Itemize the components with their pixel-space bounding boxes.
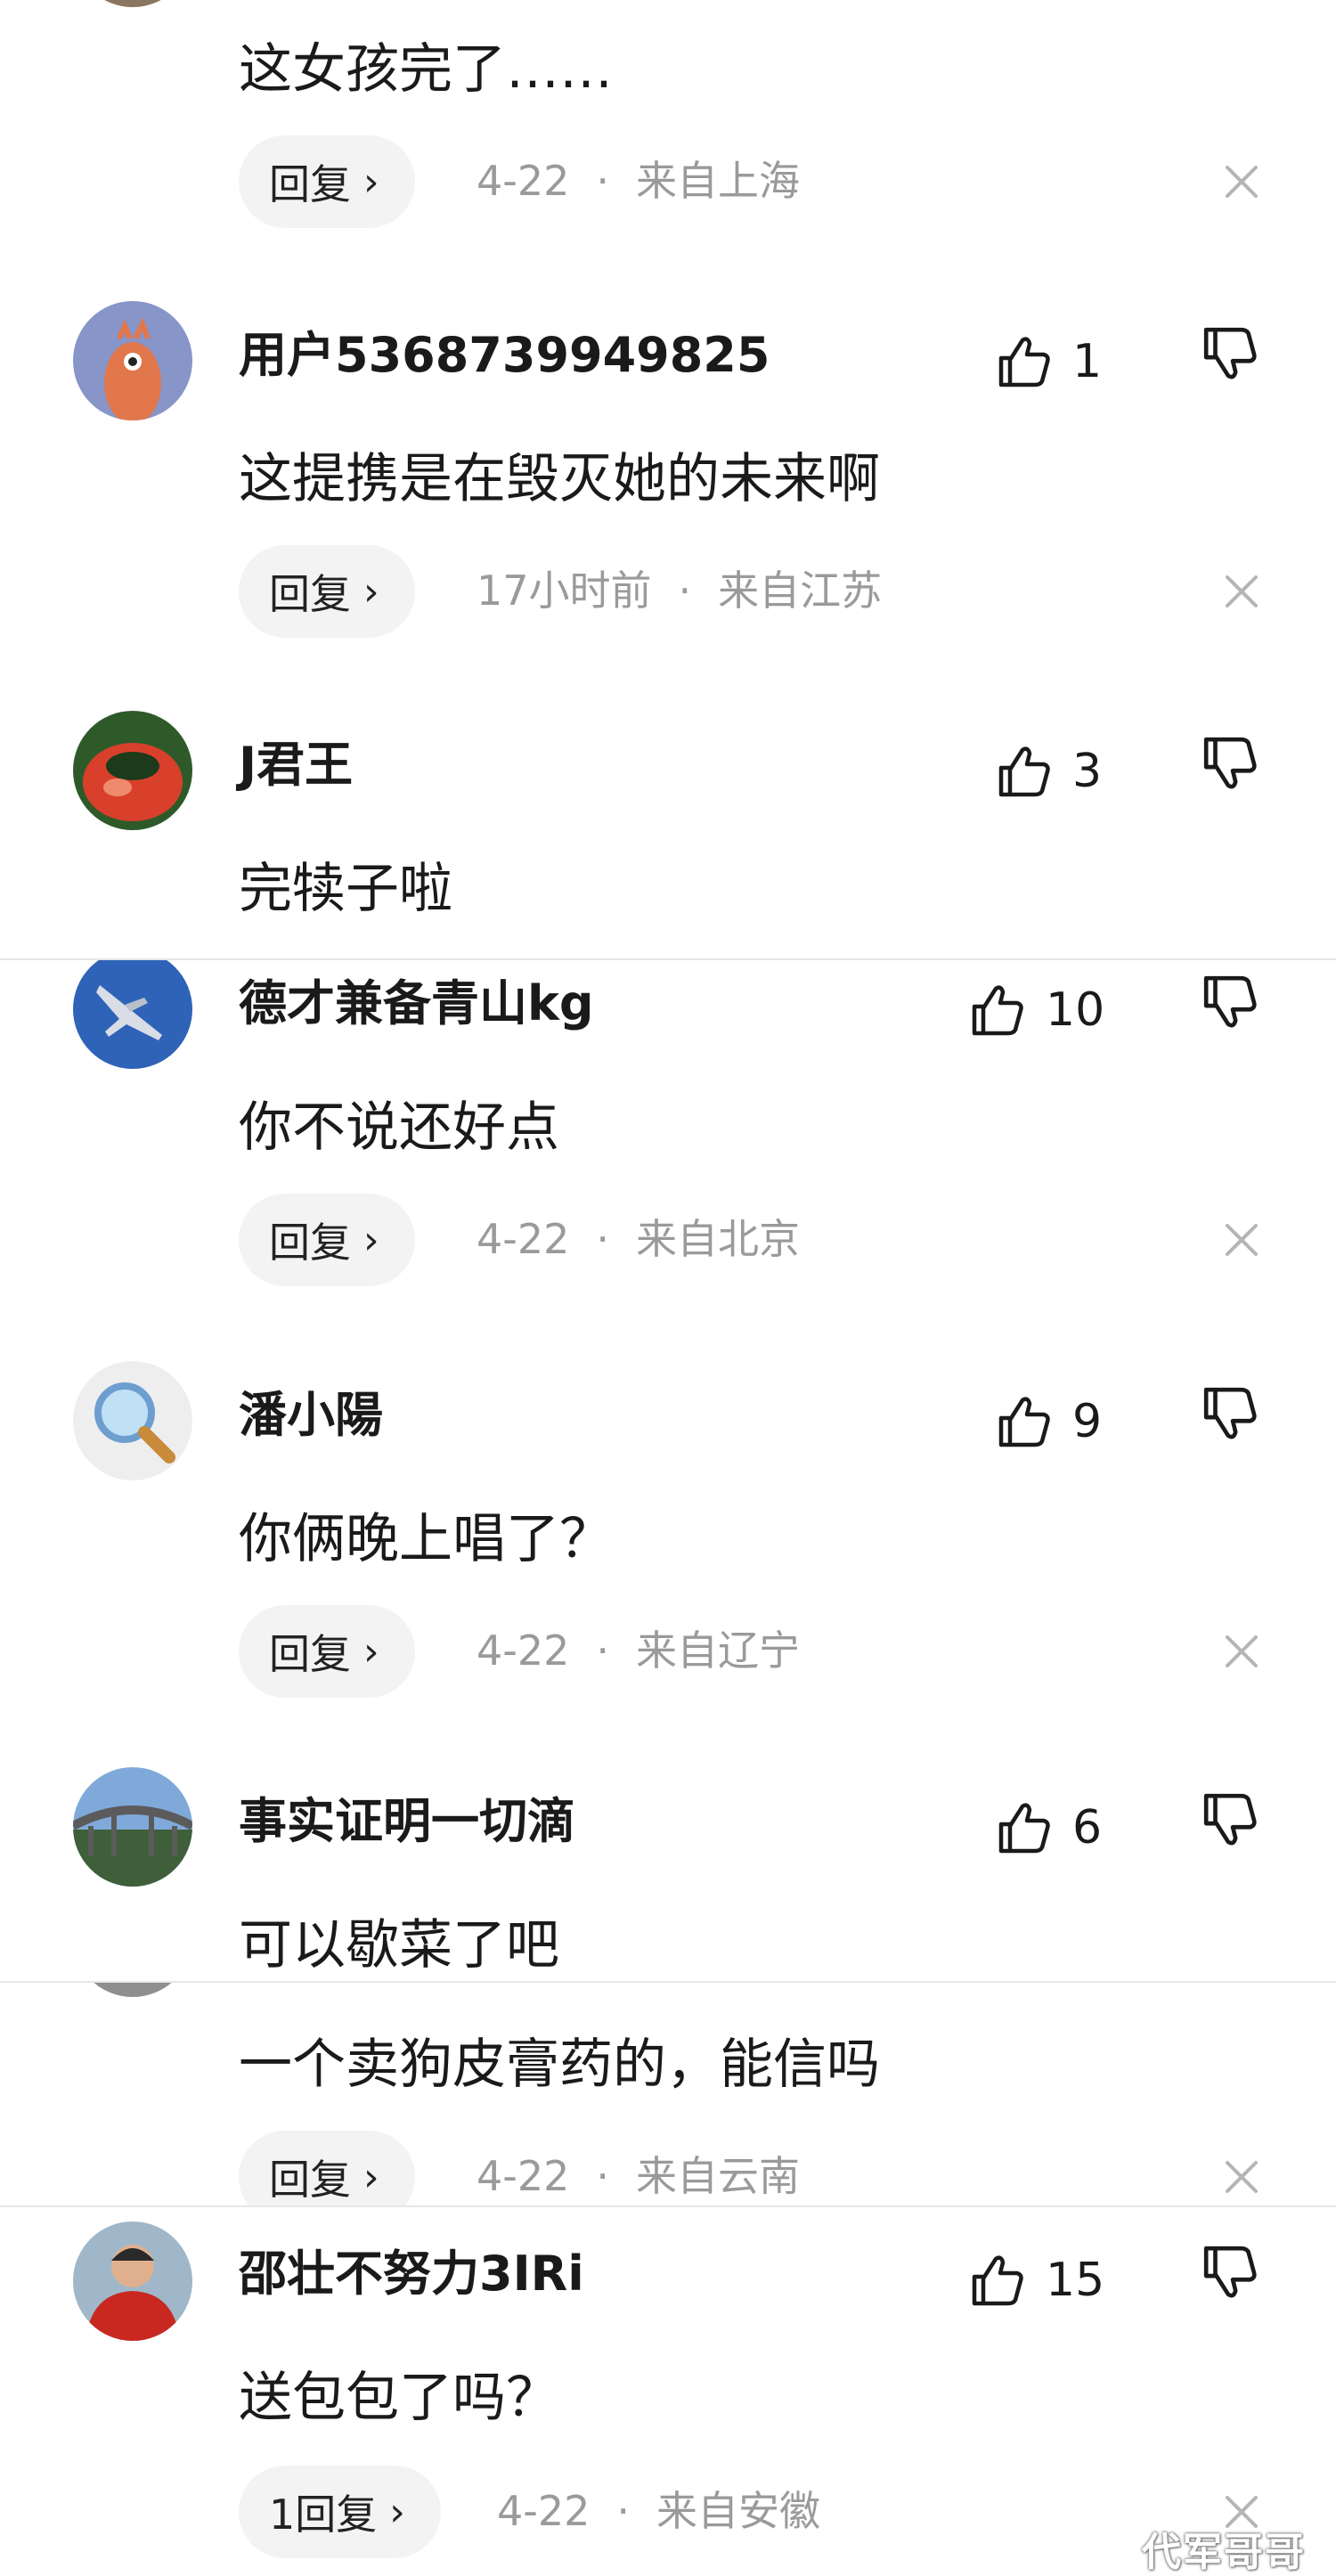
comment-segment-8: 邵壮不努力3IRi 15 送包包了吗？ 1回复 › 4-22 · 来自安徽 — [0, 2207, 1336, 2576]
thumbs-down-icon[interactable] — [1201, 324, 1259, 383]
comment-date: 4-22 — [477, 157, 570, 205]
comment-date: 4-22 — [497, 2487, 591, 2535]
comment-location: 来自江苏 — [718, 567, 883, 615]
comment-text: 你不说还好点 — [239, 1096, 559, 1159]
username[interactable]: J君王 — [239, 741, 353, 789]
comment-date: 4-22 — [477, 1626, 570, 1675]
username[interactable]: 事实证明一切滴 — [239, 1797, 575, 1846]
thumbs-down-icon[interactable] — [1201, 1790, 1259, 1849]
username[interactable]: 用户5368739949825 — [239, 331, 770, 379]
comment-meta: 4-22 · 来自上海 — [477, 157, 801, 205]
reply-label: 回复 — [269, 160, 351, 208]
comment-meta: 4-22 · 来自北京 — [477, 1215, 801, 1263]
comment-segment-5: 潘小陽 9 你俩晚上唱了？ 回复 › 4-22 · 来自辽宁 — [0, 1354, 1336, 1764]
comment-text: 可以歇菜了吧 — [239, 1914, 559, 1977]
watermark: 代军哥哥 — [1142, 2530, 1306, 2575]
thumbs-up-icon — [998, 1397, 1050, 1447]
reply-button[interactable]: 回复 › — [239, 2131, 415, 2205]
like-button[interactable]: 9 — [996, 1386, 1102, 1457]
chevron-right-icon: › — [363, 1628, 379, 1675]
reply-label: 回复 — [269, 570, 351, 618]
like-button[interactable]: 6 — [996, 1792, 1102, 1863]
chevron-right-icon: › — [363, 568, 379, 615]
chevron-right-icon: › — [363, 159, 379, 205]
comment-meta: 4-22 · 来自云南 — [477, 2152, 801, 2200]
comment-meta: 4-22 · 来自辽宁 — [477, 1626, 801, 1675]
avatar[interactable] — [73, 960, 192, 1069]
comment-location: 来自上海 — [636, 157, 801, 205]
avatar[interactable] — [73, 1767, 192, 1887]
thumbs-up-icon — [972, 2255, 1023, 2306]
like-count: 10 — [1046, 983, 1105, 1037]
close-icon[interactable] — [1220, 2156, 1263, 2198]
reply-label: 回复 — [269, 1219, 351, 1267]
comment-segment-7: 一个卖狗皮膏药的，能信吗 回复 › 4-22 · 来自云南 — [0, 1983, 1336, 2205]
comment-location: 来自北京 — [636, 1215, 801, 1263]
close-icon[interactable] — [1220, 1219, 1263, 1261]
comment-text: 这女孩完了…… — [239, 38, 613, 101]
close-icon[interactable] — [1220, 570, 1263, 613]
thumbs-down-icon[interactable] — [1201, 734, 1259, 793]
thumbs-down-icon[interactable] — [1201, 1384, 1259, 1443]
chevron-right-icon: › — [389, 2489, 405, 2535]
reply-label: 回复 — [269, 1630, 351, 1678]
close-icon[interactable] — [1220, 160, 1263, 203]
avatar[interactable] — [73, 711, 192, 830]
close-icon[interactable] — [1220, 1630, 1263, 1673]
comment-text: 送包包了吗？ — [239, 2367, 559, 2429]
comment-text: 一个卖狗皮膏药的，能信吗 — [239, 2034, 880, 2096]
like-count: 1 — [1072, 335, 1103, 388]
comment-location: 来自云南 — [636, 2152, 801, 2200]
reply-label: 1回复 — [269, 2490, 378, 2539]
comment-segment-2: 用户5368739949825 1 这提携是在毁灭她的未来啊 回复 › 17小时前… — [0, 258, 1336, 668]
comment-segment-3: J君王 3 完犊子啦 — [0, 668, 1336, 958]
thumbs-down-icon[interactable] — [1201, 2243, 1259, 2302]
comment-segment-4: 德才兼备青山kg 10 你不说还好点 回复 › 4-22 · 来自北京 — [0, 960, 1336, 1354]
like-button[interactable]: 1 — [996, 326, 1102, 397]
avatar[interactable] — [73, 2221, 192, 2341]
username[interactable]: 德才兼备青山kg — [239, 980, 594, 1028]
comment-date: 4-22 — [477, 1215, 570, 1263]
like-button[interactable]: 10 — [969, 974, 1104, 1046]
comment-meta: 4-22 · 来自安徽 — [497, 2487, 821, 2535]
like-count: 3 — [1072, 745, 1103, 798]
avatar[interactable] — [73, 0, 192, 7]
thumbs-up-icon — [998, 337, 1050, 387]
reply-button[interactable]: 回复 › — [239, 1605, 415, 1698]
avatar[interactable] — [73, 1361, 192, 1480]
comment-segment-1: 这女孩完了…… 回复 › 4-22 · 来自上海 — [0, 0, 1336, 258]
like-count: 9 — [1072, 1395, 1103, 1448]
like-button[interactable]: 3 — [996, 736, 1102, 807]
like-count: 6 — [1072, 1801, 1103, 1855]
avatar[interactable] — [73, 1983, 192, 1997]
like-count: 15 — [1046, 2254, 1105, 2307]
username[interactable]: 邵壮不努力3IRi — [239, 2250, 584, 2298]
thumbs-up-icon — [998, 746, 1050, 797]
comment-text: 这提携是在毁灭她的未来啊 — [239, 448, 880, 510]
comment-location: 来自安徽 — [656, 2487, 821, 2535]
close-icon[interactable] — [1220, 2490, 1263, 2533]
like-button[interactable]: 15 — [969, 2245, 1104, 2316]
comment-text: 你俩晚上唱了？ — [239, 1508, 613, 1570]
comment-date: 4-22 — [477, 2152, 570, 2200]
reply-button[interactable]: 回复 › — [239, 135, 415, 228]
chevron-right-icon: › — [363, 2154, 379, 2200]
thumbs-down-icon[interactable] — [1201, 973, 1259, 1031]
chevron-right-icon: › — [363, 1217, 379, 1263]
reply-button[interactable]: 回复 › — [239, 1194, 415, 1286]
username[interactable]: 潘小陽 — [239, 1391, 383, 1439]
reply-button[interactable]: 1回复 › — [239, 2466, 441, 2558]
reply-label: 回复 — [269, 2156, 351, 2204]
comment-segment-6: 事实证明一切滴 6 可以歇菜了吧 — [0, 1764, 1336, 1981]
reply-button[interactable]: 回复 › — [239, 545, 415, 638]
comment-location: 来自辽宁 — [636, 1626, 801, 1675]
thumbs-up-icon — [972, 985, 1023, 1036]
comment-text: 完犊子啦 — [239, 858, 452, 920]
comment-meta: 17小时前 · 来自江苏 — [477, 567, 883, 615]
thumbs-up-icon — [998, 1803, 1050, 1854]
avatar[interactable] — [73, 301, 192, 420]
comment-date: 17小时前 — [477, 567, 652, 615]
